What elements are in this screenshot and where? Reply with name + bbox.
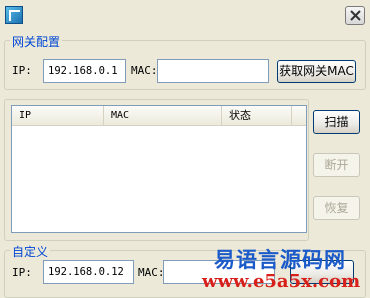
disconnect-button[interactable]: 断开: [313, 153, 360, 177]
column-header-mac[interactable]: MAC: [104, 106, 222, 125]
custom-action-button[interactable]: [290, 260, 354, 284]
scan-button[interactable]: 扫描: [313, 110, 360, 134]
gateway-ip-input[interactable]: 192.168.0.1: [43, 59, 126, 83]
title-bar: [0, 0, 370, 30]
get-gateway-mac-button[interactable]: 获取网关MAC: [277, 60, 356, 83]
gateway-mac-label: MAC:: [131, 64, 158, 77]
column-header-status[interactable]: 状态: [222, 106, 292, 125]
custom-ip-input[interactable]: 192.168.0.12: [43, 260, 134, 284]
restore-button[interactable]: 恢复: [313, 196, 360, 220]
gateway-config-title: 网关配置: [10, 33, 63, 50]
gateway-ip-label: IP:: [12, 64, 32, 77]
gateway-mac-input[interactable]: [157, 59, 269, 83]
custom-ip-label: IP:: [12, 266, 32, 279]
custom-mac-input[interactable]: [163, 260, 275, 284]
custom-mac-label: MAC:: [138, 266, 165, 279]
app-icon: [5, 6, 23, 24]
custom-group-title: 自定义: [10, 243, 51, 260]
close-button[interactable]: [345, 6, 365, 25]
close-icon: [350, 10, 361, 21]
list-header: IP MAC 状态: [12, 106, 306, 126]
column-header-ip[interactable]: IP: [12, 106, 104, 125]
host-list[interactable]: IP MAC 状态: [11, 105, 307, 233]
